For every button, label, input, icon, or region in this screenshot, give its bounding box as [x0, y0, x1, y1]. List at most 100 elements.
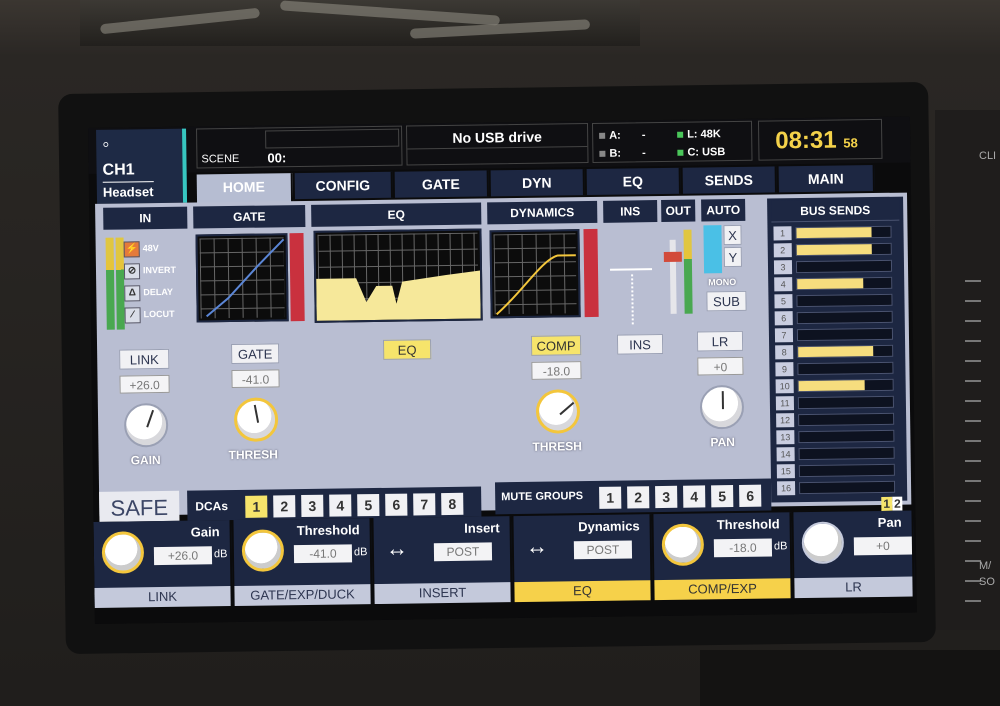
pan-value[interactable]: +0 [697, 356, 744, 376]
strip-lr-button[interactable]: LR [794, 576, 913, 599]
bus-send-level-bar[interactable] [795, 259, 893, 274]
dca-5[interactable]: 5 [357, 493, 380, 517]
bus-send-level-bar[interactable] [796, 310, 893, 325]
out-fader-cap[interactable] [663, 251, 682, 262]
bus-send-row[interactable]: 8 [775, 344, 899, 360]
gate-thresh-knob[interactable] [233, 397, 279, 442]
gain-knob[interactable] [123, 402, 169, 448]
bus-page-indicator[interactable]: 12 [881, 496, 903, 511]
dca-2[interactable]: 2 [273, 495, 296, 518]
strip-insert[interactable]: ↔ Insert POST INSERT [373, 516, 513, 605]
bus-send-row[interactable]: 3 [773, 259, 898, 275]
gain-encoder-knob[interactable] [101, 531, 145, 574]
usb-status[interactable]: No USB drive [405, 123, 589, 166]
strip-pan[interactable]: Pan +0 LR [793, 510, 915, 599]
bus-send-level-bar[interactable] [797, 344, 894, 359]
bus-page-2[interactable]: 2 [891, 496, 903, 511]
dca-8[interactable]: 8 [441, 492, 464, 516]
tab-sends[interactable]: SENDS [682, 166, 777, 194]
bus-send-row[interactable]: 16 [777, 480, 901, 496]
bus-send-row[interactable]: 13 [776, 429, 900, 445]
bus-send-level-bar[interactable] [798, 463, 895, 478]
strip-comp-threshold[interactable]: Threshold -18.0 dB COMP/EXP [653, 512, 793, 601]
mute-group-6[interactable]: 6 [739, 484, 762, 507]
bus-page-1[interactable]: 1 [881, 496, 893, 511]
bus-send-level-bar[interactable] [796, 327, 894, 342]
comp-thresh-knob[interactable] [535, 389, 581, 434]
strip-link-button[interactable]: LINK [94, 586, 231, 608]
bus-send-row[interactable]: 6 [774, 310, 899, 326]
bus-send-level-bar[interactable] [798, 412, 895, 427]
tab-dyn[interactable]: DYN [490, 169, 585, 197]
dca-1[interactable]: 1 [245, 495, 268, 518]
comp-button[interactable]: COMP [530, 335, 582, 356]
dca-4[interactable]: 4 [329, 494, 352, 517]
mute-group-1[interactable]: 1 [599, 486, 622, 509]
link-button[interactable]: LINK [119, 348, 170, 370]
comp-thresh-value[interactable]: -18.0 [531, 361, 582, 380]
option-locut[interactable]: ∕ LOCUT [124, 303, 190, 326]
pan-knob[interactable] [699, 384, 745, 430]
tab-gate[interactable]: GATE [394, 170, 489, 198]
bus-send-row[interactable]: 4 [774, 276, 898, 292]
option-48v[interactable]: ⚡ 48V [123, 237, 190, 260]
option-delay[interactable]: Δ DELAY [124, 281, 190, 304]
auto-y-button[interactable]: Y [723, 246, 743, 268]
mute-group-2[interactable]: 2 [627, 486, 650, 509]
dynamics-graph[interactable] [489, 229, 581, 319]
strip-gain[interactable]: Gain +26.0 dB LINK [93, 520, 233, 608]
dca-7[interactable]: 7 [413, 493, 436, 516]
gain-value[interactable]: +26.0 [119, 374, 170, 394]
strip-dynamics[interactable]: ↔ Dynamics POST EQ [513, 514, 653, 603]
mute-group-3[interactable]: 3 [655, 485, 678, 509]
gate-threshold-encoder-knob[interactable] [241, 529, 285, 572]
strip-insert-button[interactable]: INSERT [374, 582, 511, 605]
eq-graph[interactable] [313, 228, 483, 323]
tab-main[interactable]: MAIN [778, 165, 875, 193]
comp-threshold-encoder-knob[interactable] [661, 523, 705, 567]
tab-eq[interactable]: EQ [586, 167, 681, 196]
strip-gate-exp-duck-button[interactable]: GATE/EXP/DUCK [234, 584, 371, 606]
channel-selector[interactable]: ◦ CH1 Headset [96, 128, 188, 204]
bus-send-row[interactable]: 11 [775, 395, 900, 411]
sub-button[interactable]: SUB [706, 290, 747, 312]
bus-send-row[interactable]: 15 [776, 463, 901, 479]
strip-comp-exp-button[interactable]: COMP/EXP [654, 578, 791, 601]
dca-6[interactable]: 6 [385, 493, 408, 516]
tab-config[interactable]: CONFIG [294, 171, 394, 200]
gate-graph[interactable] [195, 233, 289, 323]
eq-button[interactable]: EQ [382, 339, 432, 360]
bus-send-row[interactable]: 7 [774, 327, 899, 343]
scene-display[interactable]: SCENE 00: [196, 125, 403, 169]
auto-x-button[interactable]: X [723, 224, 742, 246]
bus-send-level-bar[interactable] [798, 429, 895, 444]
bus-send-level-bar[interactable] [795, 242, 892, 257]
bus-send-row[interactable]: 14 [776, 446, 901, 462]
gate-button[interactable]: GATE [231, 343, 280, 365]
bus-send-level-bar[interactable] [797, 395, 894, 410]
lr-button[interactable]: LR [696, 330, 744, 352]
bus-send-level-bar[interactable] [796, 276, 893, 291]
bus-send-row[interactable]: 2 [773, 242, 898, 258]
bus-send-level-bar[interactable] [798, 446, 895, 461]
strip-eq-button[interactable]: EQ [514, 580, 651, 603]
bus-send-row[interactable]: 12 [776, 412, 900, 428]
strip-gate-threshold[interactable]: Threshold -41.0 dB GATE/EXP/DUCK [233, 518, 373, 606]
bus-send-level-bar[interactable] [797, 361, 894, 376]
bus-send-row[interactable]: 5 [774, 293, 898, 309]
pan-encoder-knob[interactable] [801, 521, 845, 565]
bus-send-row[interactable]: 10 [775, 378, 900, 394]
bus-send-level-bar[interactable] [796, 293, 893, 308]
bus-send-row[interactable]: 1 [773, 225, 897, 241]
mute-group-5[interactable]: 5 [711, 485, 734, 508]
dca-3[interactable]: 3 [301, 494, 324, 518]
gate-thresh-value[interactable]: -41.0 [231, 369, 280, 389]
mute-group-4[interactable]: 4 [683, 485, 706, 508]
bus-send-level-bar[interactable] [795, 225, 892, 240]
ins-button[interactable]: INS [616, 333, 664, 355]
bus-send-level-bar[interactable] [799, 480, 896, 495]
bus-send-level-bar[interactable] [797, 378, 894, 393]
bus-send-row[interactable]: 9 [775, 361, 899, 377]
option-invert[interactable]: ⊘ INVERT [123, 259, 190, 282]
tab-home[interactable]: HOME [196, 173, 294, 205]
